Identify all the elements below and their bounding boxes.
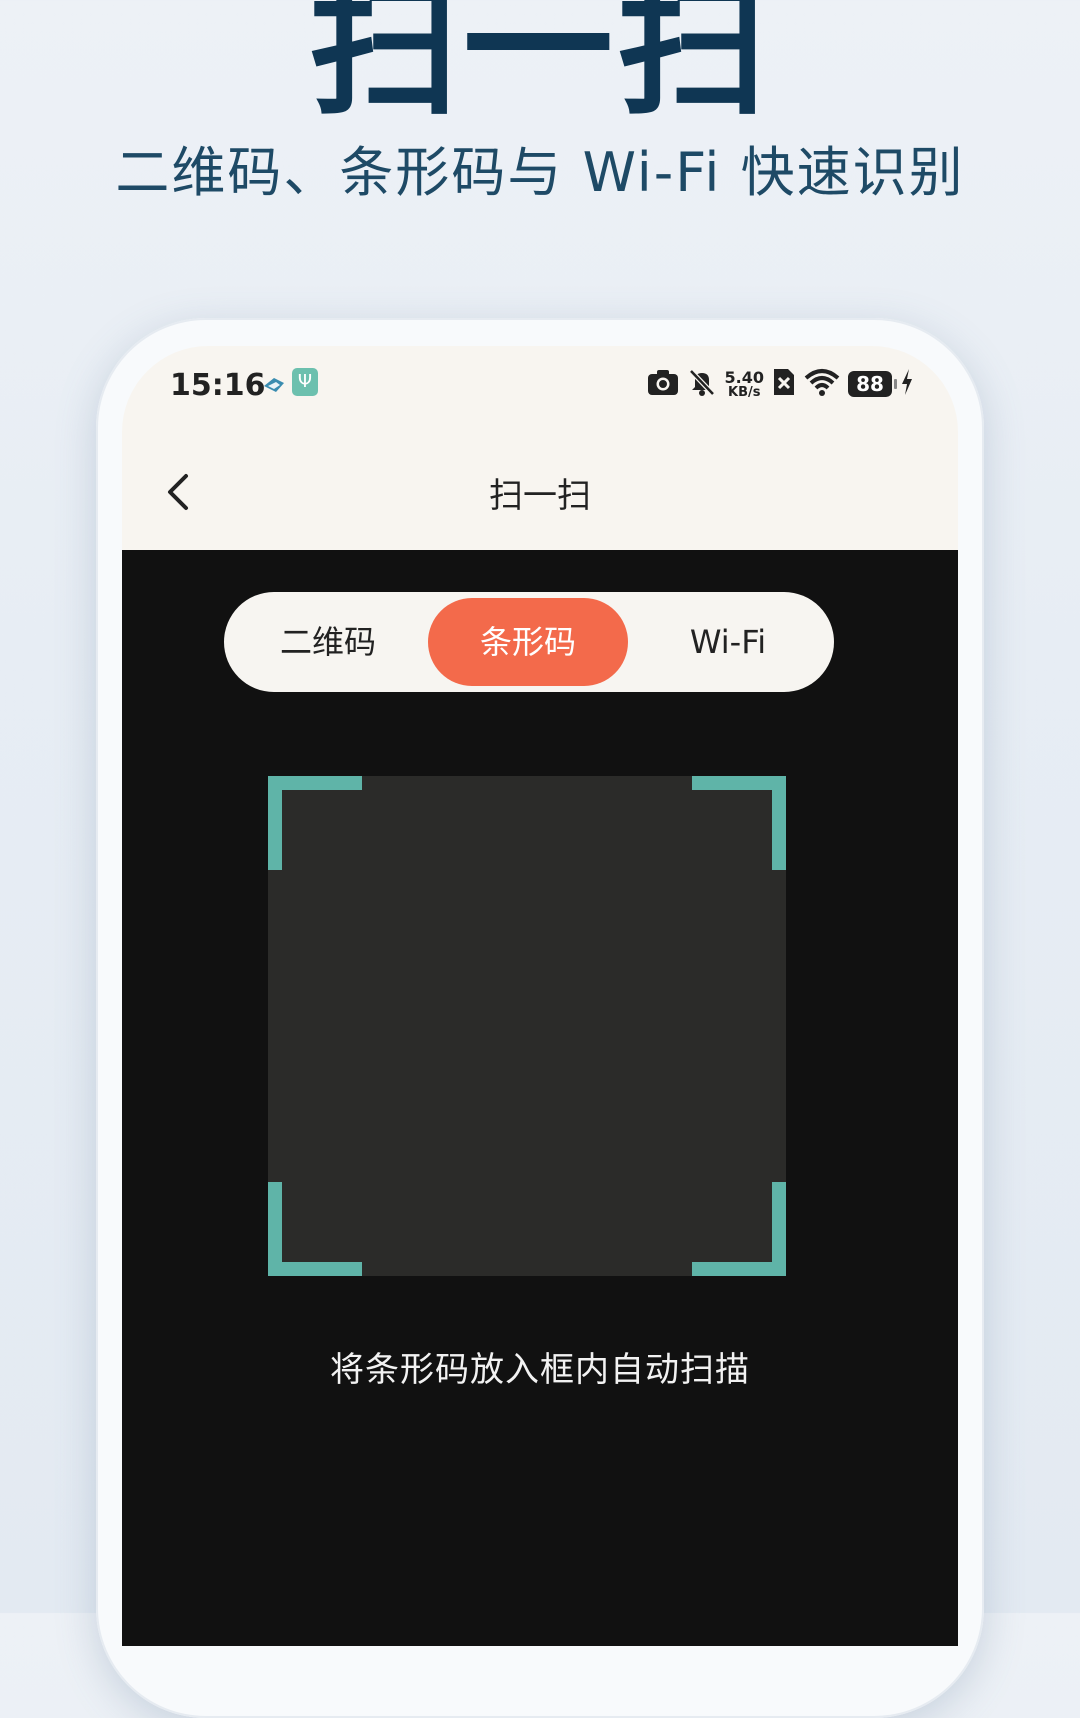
charging-icon [900,368,914,400]
status-time: 15:16 [170,368,266,403]
battery-icon: 88 [848,371,897,397]
tab-barcode[interactable]: 条形码 [428,598,628,686]
scan-frame [268,776,786,1276]
promo-title: 扫一扫 [308,0,771,136]
frame-corner-bottom-right [692,1182,786,1276]
network-speed-unit: KB/s [728,384,761,400]
promo-subtitle: 二维码、条形码与 Wi-Fi 快速识别 [115,141,965,204]
status-bar: 15:16 Ψ 5.40 KB/s 88 [122,346,958,426]
network-speed-value: 5.40 [724,367,764,387]
wifi-icon [804,368,840,400]
no-sim-icon [772,367,796,401]
tab-wifi[interactable]: Wi-Fi [628,598,828,686]
tab-qr-code[interactable]: 二维码 [228,598,428,686]
scan-mode-switch: 二维码 条形码 Wi-Fi [224,592,834,692]
page-title: 扫一扫 [489,476,591,516]
camera-preview: 二维码 条形码 Wi-Fi 将条形码放入框内自动扫描 [122,550,958,1646]
frame-corner-top-right [692,776,786,870]
network-speed: 5.40 KB/s [724,367,764,400]
phone-screen: 15:16 Ψ 5.40 KB/s 88 扫一扫 二维码 条形码 Wi-Fi 将… [122,346,958,1646]
status-icons: 5.40 KB/s 88 [647,364,914,404]
camera-icon [647,368,679,400]
app-header: 扫一扫 [122,438,958,550]
frame-corner-bottom-left [268,1182,362,1276]
usb-icon: Ψ [292,368,318,396]
app-notification-icon [262,374,286,396]
frame-corner-top-left [268,776,362,870]
scan-hint: 将条形码放入框内自动扫描 [330,1350,750,1390]
mute-bell-icon [687,367,717,401]
